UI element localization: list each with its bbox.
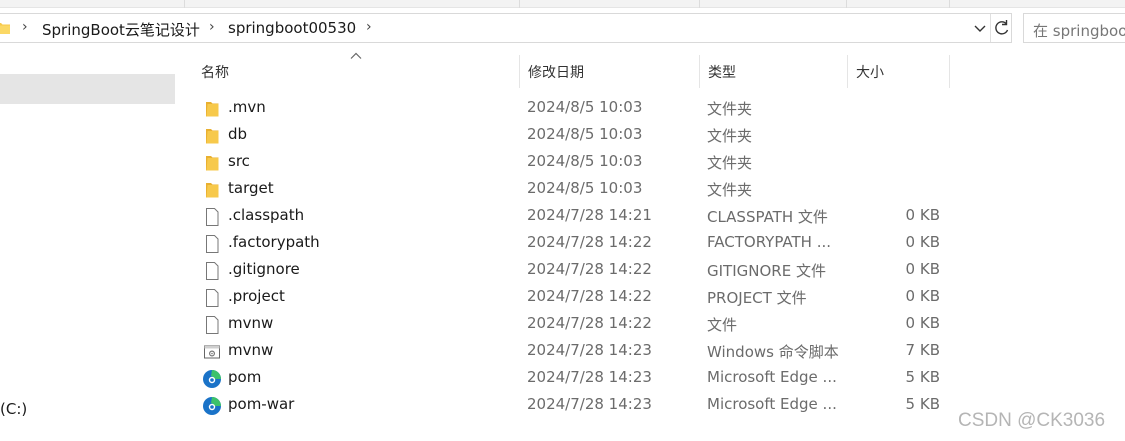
file-size: 5 KB: [905, 395, 940, 413]
file-name: target: [228, 179, 274, 197]
file-type: 文件夹: [707, 100, 753, 118]
file-type: PROJECT 文件: [707, 289, 807, 307]
file-name: .mvn: [228, 98, 266, 116]
chevron-right-icon[interactable]: ›: [209, 19, 215, 35]
file-row[interactable]: pom-war 2024/7/28 14:23 Microsoft Edge .…: [190, 392, 950, 419]
folder-icon: [206, 129, 219, 144]
file-row[interactable]: mvnw 2024/7/28 14:22 文件 0 KB: [190, 311, 950, 338]
file-size: 0 KB: [905, 260, 940, 278]
column-header-label: 名称: [201, 65, 229, 81]
file-row[interactable]: .mvn 2024/8/5 10:03 文件夹: [190, 95, 950, 122]
file-icon: [206, 316, 219, 334]
file-type: Microsoft Edge ...: [707, 395, 837, 413]
file-row[interactable]: src 2024/8/5 10:03 文件夹: [190, 149, 950, 176]
column-header-label: 修改日期: [528, 65, 584, 81]
edge-icon: [203, 370, 221, 388]
breadcrumb-item-parent[interactable]: SpringBoot云笔记设计: [42, 19, 200, 40]
column-header-date[interactable]: 修改日期: [520, 55, 700, 88]
file-type: CLASSPATH 文件: [707, 208, 828, 226]
file-size: 0 KB: [905, 206, 940, 224]
file-date: 2024/7/28 14:22: [527, 260, 652, 278]
file-icon: [206, 262, 219, 280]
file-size: 7 KB: [905, 341, 940, 359]
file-row[interactable]: .factorypath 2024/7/28 14:22 FACTORYPATH…: [190, 230, 950, 257]
file-date: 2024/7/28 14:23: [527, 368, 652, 386]
file-name: .classpath: [228, 206, 305, 224]
file-size: 0 KB: [905, 233, 940, 251]
chevron-down-icon[interactable]: [972, 19, 988, 37]
script-icon: [204, 345, 220, 359]
file-row[interactable]: .classpath 2024/7/28 14:21 CLASSPATH 文件 …: [190, 203, 950, 230]
file-name: pom-war: [228, 395, 295, 413]
file-icon: [206, 289, 219, 307]
file-date: 2024/8/5 10:03: [527, 179, 643, 197]
file-row[interactable]: db 2024/8/5 10:03 文件夹: [190, 122, 950, 149]
file-date: 2024/8/5 10:03: [527, 98, 643, 116]
search-placeholder: 在 springboot: [1033, 22, 1125, 40]
file-name: src: [228, 152, 250, 170]
file-row[interactable]: .project 2024/7/28 14:22 PROJECT 文件 0 KB: [190, 284, 950, 311]
folder-icon: [206, 156, 219, 171]
file-name: mvnw: [228, 314, 274, 332]
chevron-right-icon[interactable]: ›: [22, 19, 28, 35]
file-date: 2024/7/28 14:22: [527, 287, 652, 305]
title-strip: [0, 0, 1125, 8]
column-header-type[interactable]: 类型: [700, 55, 848, 88]
file-name: pom: [228, 368, 262, 386]
file-date: 2024/8/5 10:03: [527, 152, 643, 170]
file-size: 0 KB: [905, 287, 940, 305]
file-type: 文件夹: [707, 154, 753, 172]
file-type: Microsoft Edge ...: [707, 368, 837, 386]
search-input[interactable]: 在 springboot: [1023, 13, 1125, 43]
file-name: db: [228, 125, 248, 143]
file-type: Windows 命令脚本: [707, 343, 839, 361]
file-date: 2024/7/28 14:22: [527, 314, 652, 332]
nav-item-selected[interactable]: [0, 74, 175, 104]
file-name: mvnw: [228, 341, 274, 359]
column-header-label: 类型: [708, 65, 736, 81]
edge-icon: [203, 397, 221, 415]
file-name: .project: [228, 287, 285, 305]
file-date: 2024/8/5 10:03: [527, 125, 643, 143]
refresh-icon: [995, 20, 1009, 35]
file-date: 2024/7/28 14:23: [527, 395, 652, 413]
file-type: GITIGNORE 文件: [707, 262, 826, 280]
file-name: .factorypath: [228, 233, 320, 251]
file-icon: [206, 208, 219, 226]
file-type: 文件夹: [707, 181, 753, 199]
file-row[interactable]: mvnw 2024/7/28 14:23 Windows 命令脚本 7 KB: [190, 338, 950, 365]
file-type: 文件: [707, 316, 738, 334]
chevron-right-icon[interactable]: ›: [366, 19, 372, 35]
folder-icon: [206, 183, 219, 198]
watermark: CSDN @CK3036: [958, 410, 1106, 431]
file-size: 5 KB: [905, 368, 940, 386]
file-type: 文件夹: [707, 127, 753, 145]
file-date: 2024/7/28 14:23: [527, 341, 652, 359]
file-row[interactable]: .gitignore 2024/7/28 14:22 GITIGNORE 文件 …: [190, 257, 950, 284]
column-header-size[interactable]: 大小: [848, 55, 950, 88]
folder-icon: [206, 102, 219, 117]
file-row[interactable]: target 2024/8/5 10:03 文件夹: [190, 176, 950, 203]
column-header-label: 大小: [856, 65, 884, 81]
file-row[interactable]: pom 2024/7/28 14:23 Microsoft Edge ... 5…: [190, 365, 950, 392]
column-header-name[interactable]: 名称: [193, 55, 520, 88]
nav-item-drive-c[interactable]: (C:): [0, 400, 27, 418]
file-date: 2024/7/28 14:22: [527, 233, 652, 251]
file-size: 0 KB: [905, 314, 940, 332]
refresh-button[interactable]: [990, 14, 1012, 42]
file-icon: [206, 235, 219, 253]
navigation-pane: (C:): [0, 54, 180, 441]
breadcrumb-item-current[interactable]: springboot00530: [228, 19, 356, 37]
file-name: .gitignore: [228, 260, 300, 278]
address-bar[interactable]: › SpringBoot云笔记设计 › springboot00530 ›: [0, 13, 1012, 43]
file-type: FACTORYPATH ...: [707, 233, 832, 251]
folder-icon: [0, 23, 10, 34]
file-explorer-window: › SpringBoot云笔记设计 › springboot00530 › 在 …: [0, 0, 1125, 441]
file-date: 2024/7/28 14:21: [527, 206, 652, 224]
